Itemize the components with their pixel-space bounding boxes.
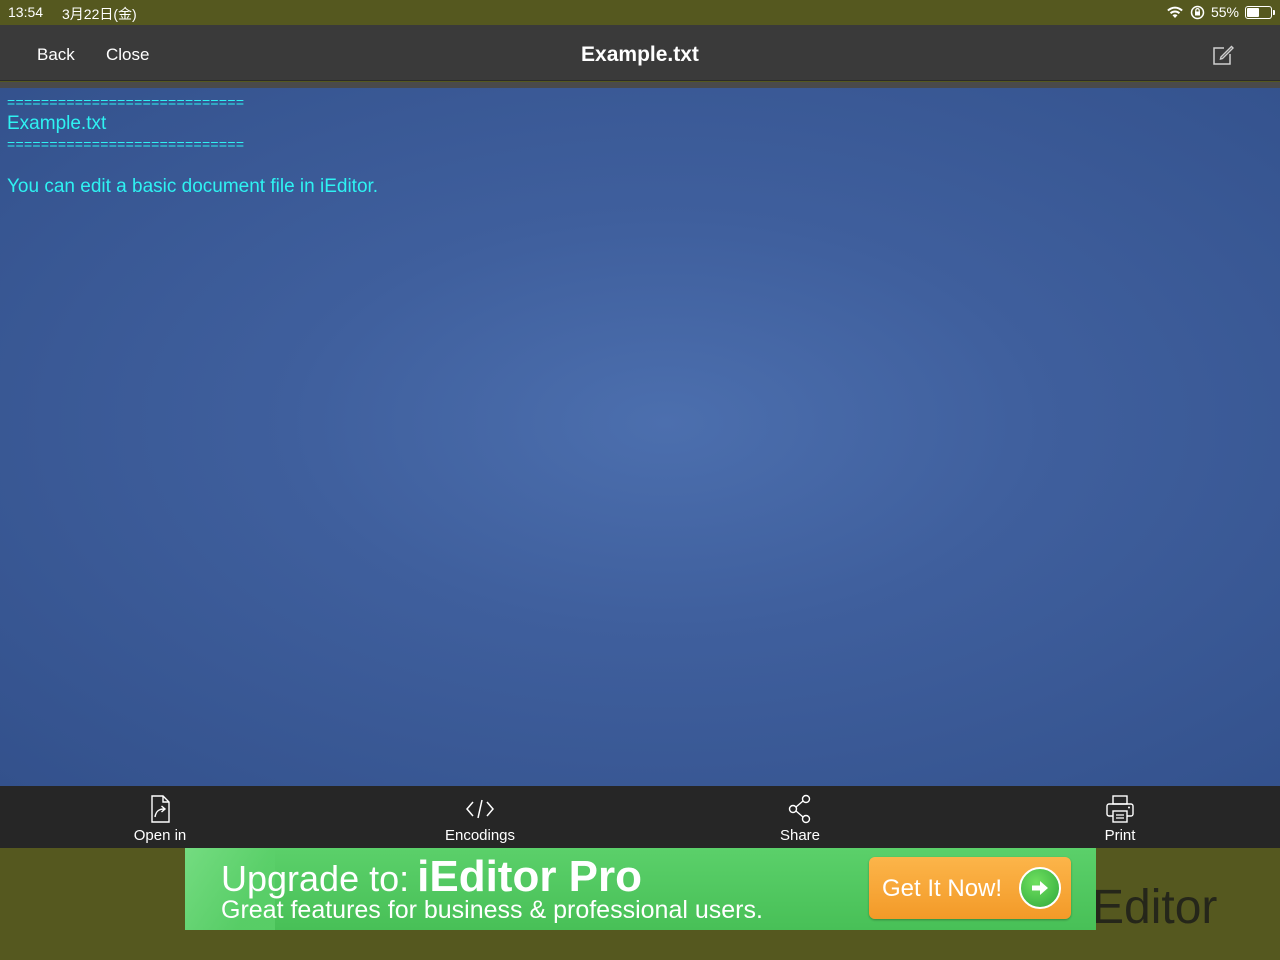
share-icon <box>784 793 816 825</box>
separator-line: ============================ <box>7 136 245 152</box>
separator-line: ============================ <box>7 94 245 110</box>
share-button[interactable]: Share <box>740 793 860 844</box>
share-label: Share <box>779 827 821 844</box>
encodings-button[interactable]: Encodings <box>420 793 540 844</box>
get-it-now-label: Get It Now! <box>882 875 1003 902</box>
upgrade-ad-banner[interactable]: Upgrade to: iEditor Pro Great features fo… <box>185 848 1096 930</box>
document-body-line: You can edit a basic document file in iE… <box>7 176 379 197</box>
open-in-label: Open in <box>133 827 187 844</box>
wifi-icon <box>1166 5 1184 19</box>
arrow-right-icon <box>1019 867 1061 909</box>
page-title: Example.txt <box>581 43 699 66</box>
ad-product-name: iEditor Pro <box>417 852 643 901</box>
ad-headline-prefix: Upgrade to: <box>221 858 410 899</box>
status-indicators: 55% <box>1166 3 1275 21</box>
status-time: 13:54 <box>8 4 44 20</box>
code-icon <box>464 793 496 825</box>
battery-percent: 55% <box>1210 4 1239 20</box>
compose-icon[interactable] <box>1210 42 1236 68</box>
print-button[interactable]: Print <box>1060 793 1180 844</box>
bottom-toolbar: Open in Encodings Share Print <box>0 786 1280 848</box>
close-button[interactable]: Close <box>106 45 149 65</box>
open-in-icon <box>144 793 176 825</box>
battery-level <box>1247 7 1259 17</box>
orientation-lock-icon <box>1190 5 1205 20</box>
status-bar: 13:54 3月22日(金) 55% <box>0 0 1280 25</box>
document-heading: Example.txt <box>7 113 107 134</box>
ad-headline: Upgrade to: iEditor Pro <box>221 852 642 902</box>
ad-area: Editor Upgrade to: iEditor Pro Great feat… <box>0 848 1280 960</box>
print-label: Print <box>1104 827 1136 844</box>
document-text: ============================ Example.txt… <box>7 92 378 197</box>
nav-bar: Back Close Example.txt <box>0 25 1280 81</box>
open-in-button[interactable]: Open in <box>100 793 220 844</box>
battery-icon <box>1245 5 1275 19</box>
encodings-label: Encodings <box>444 827 516 844</box>
status-date: 3月22日(金) <box>62 6 137 22</box>
ad-subheadline: Great features for business & profession… <box>221 896 763 924</box>
text-editor[interactable]: ============================ Example.txt… <box>0 82 1280 786</box>
back-button[interactable]: Back <box>37 45 75 65</box>
get-it-now-button[interactable]: Get It Now! <box>869 857 1071 919</box>
ad-background-text: Editor <box>1092 881 1218 934</box>
print-icon <box>1104 793 1136 825</box>
